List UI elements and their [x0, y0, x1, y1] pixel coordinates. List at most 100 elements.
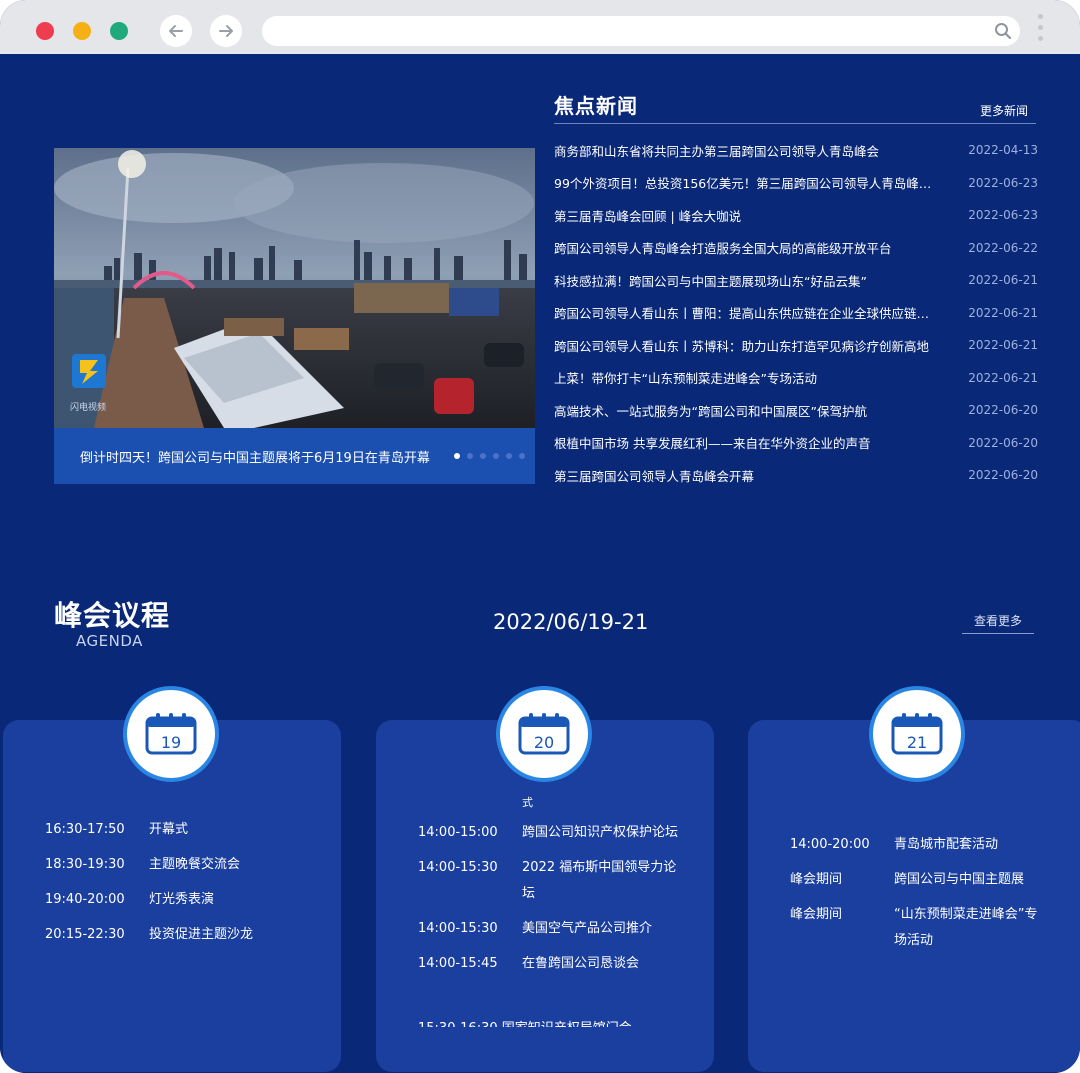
back-button[interactable] [160, 15, 192, 47]
forward-button[interactable] [210, 15, 242, 47]
schedule-row[interactable]: 14:00-20:00 青岛城市配套活动 [790, 832, 1044, 858]
news-item[interactable]: 第三届跨国公司领导人青岛峰会开幕 2022-06-20 [554, 459, 1038, 492]
news-item-date: 2022-04-13 [968, 143, 1038, 158]
carousel-dot[interactable] [454, 453, 460, 459]
schedule-list: 16:30-17:50 开幕式 18:30-19:30 主题晚餐交流会 19:40-… [45, 812, 253, 952]
news-item[interactable]: 高端技术、一站式服务为“跨国公司和中国展区”保驾护航 2022-06-20 [554, 394, 1038, 427]
calendar-day-badge[interactable]: 21 [869, 686, 965, 782]
url-input[interactable] [276, 20, 980, 44]
news-item[interactable]: 99个外资项目！总投资156亿美元！第三届跨国公司领导人青岛峰… 2022-06-… [554, 167, 1038, 200]
browser-window: 闪电视频 倒计时四天！跨国公司与中国主题展将于6月19日在青岛开幕 焦点新闻 更… [0, 0, 1080, 1073]
calendar-day-number: 19 [161, 733, 181, 752]
news-item-title[interactable]: 科技感拉满！跨国公司与中国主题展现场山东“好品云集” [554, 271, 867, 290]
news-item[interactable]: 根植中国市场 共享发展红利——来自在华外资企业的声音 2022-06-20 [554, 427, 1038, 460]
carousel-slide-image[interactable] [54, 148, 535, 428]
schedule-time: 16:30-17:50 [45, 822, 125, 837]
news-item-date: 2022-06-20 [968, 403, 1038, 418]
schedule-event[interactable]: 在鲁跨国公司恳谈会 [522, 951, 680, 977]
more-news-link[interactable]: 更多新闻 [980, 102, 1028, 119]
news-item[interactable]: 商务部和山东省将共同主办第三届跨国公司领导人青岛峰会 2022-04-13 [554, 134, 1038, 167]
maximize-window-button[interactable] [110, 22, 128, 40]
schedule-row[interactable]: 14:00-15:45 在鲁跨国公司恳谈会 [418, 951, 680, 977]
calendar-icon: 21 [891, 713, 943, 755]
carousel-caption[interactable]: 倒计时四天！跨国公司与中国主题展将于6月19日在青岛开幕 [80, 447, 446, 466]
schedule-time: 14:00-15:30 [418, 860, 498, 875]
schedule-event[interactable]: 青岛城市配套活动 [894, 832, 1044, 858]
news-item-title[interactable]: 99个外资项目！总投资156亿美元！第三届跨国公司领导人青岛峰… [554, 173, 931, 192]
news-item-title[interactable]: 商务部和山东省将共同主办第三届跨国公司领导人青岛峰会 [554, 141, 879, 160]
schedule-event[interactable]: 美国空气产品公司推介 [522, 916, 680, 942]
focus-news-list: 商务部和山东省将共同主办第三届跨国公司领导人青岛峰会 2022-04-13 99个… [554, 134, 1038, 492]
schedule-row[interactable]: 14:00-15:30 美国空气产品公司推介 [418, 916, 680, 942]
page-content: 闪电视频 倒计时四天！跨国公司与中国主题展将于6月19日在青岛开幕 焦点新闻 更… [0, 54, 1080, 1073]
news-item-title[interactable]: 第三届青岛峰会回顾 | 峰会大咖说 [554, 206, 741, 225]
news-item[interactable]: 科技感拉满！跨国公司与中国主题展现场山东“好品云集” 2022-06-21 [554, 264, 1038, 297]
back-arrow-icon [169, 25, 183, 37]
news-item-title[interactable]: 上菜！带你打卡“山东预制菜走进峰会”专场活动 [554, 368, 817, 387]
schedule-list[interactable]: 14:00-15:00 跨国公司知识产权保护论坛 14:00-15:30 2022 … [418, 820, 680, 977]
carousel-dot[interactable] [493, 453, 499, 459]
calendar-day-badge[interactable]: 19 [123, 686, 219, 782]
schedule-event[interactable]: 跨国公司与中国主题展 [894, 867, 1044, 893]
schedule-event[interactable]: 主题晚餐交流会 [149, 852, 240, 878]
search-icon[interactable] [994, 22, 1012, 40]
focus-news-title: 焦点新闻 [554, 94, 638, 118]
news-item[interactable]: 第三届青岛峰会回顾 | 峰会大咖说 2022-06-23 [554, 199, 1038, 232]
calendar-day-badge[interactable]: 20 [496, 686, 592, 782]
schedule-event[interactable]: 开幕式 [149, 817, 188, 843]
news-item[interactable]: 跨国公司领导人青岛峰会打造服务全国大局的高能级开放平台 2022-06-22 [554, 232, 1038, 265]
schedule-event[interactable]: 跨国公司知识产权保护论坛 [522, 820, 680, 846]
schedule-event[interactable]: 投资促进主题沙龙 [149, 922, 253, 948]
news-item-title[interactable]: 第三届跨国公司领导人青岛峰会开幕 [554, 466, 754, 485]
calendar-day-number: 20 [534, 733, 554, 752]
news-item-date: 2022-06-21 [968, 305, 1038, 320]
schedule-time: 18:30-19:30 [45, 857, 125, 872]
carousel-dot[interactable] [519, 453, 525, 459]
news-item-date: 2022-06-21 [968, 338, 1038, 353]
news-item[interactable]: 上菜！带你打卡“山东预制菜走进峰会”专场活动 2022-06-21 [554, 362, 1038, 395]
schedule-row[interactable]: 18:30-19:30 主题晚餐交流会 [45, 847, 253, 882]
news-item-title[interactable]: 跨国公司领导人青岛峰会打造服务全国大局的高能级开放平台 [554, 238, 892, 257]
carousel-dot[interactable] [467, 453, 473, 459]
address-bar[interactable] [262, 16, 1020, 46]
carousel-dot[interactable] [480, 453, 486, 459]
schedule-event[interactable]: “山东预制菜走进峰会”专场活动 [894, 902, 1044, 954]
news-item[interactable]: 跨国公司领导人看山东丨曹阳：提高山东供应链在企业全球供应链… 2022-06-21 [554, 297, 1038, 330]
schedule-event[interactable]: 2022 福布斯中国领导力论坛 [522, 855, 680, 907]
news-item-title[interactable]: 跨国公司领导人看山东丨曹阳：提高山东供应链在企业全球供应链… [554, 303, 929, 322]
schedule-clipped-text: 15:30-16:30 国家知识产权局馆门会 [418, 1017, 678, 1027]
calendar-icon: 20 [518, 713, 570, 755]
calendar-day-number: 21 [907, 733, 927, 752]
schedule-time: 14:00-20:00 [790, 837, 870, 852]
news-item-title[interactable]: 根植中国市场 共享发展红利——来自在华外资企业的声音 [554, 433, 870, 452]
schedule-time: 19:40-20:00 [45, 892, 125, 907]
schedule-row[interactable]: 19:40-20:00 灯光秀表演 [45, 882, 253, 917]
schedule-row[interactable]: 14:00-15:00 跨国公司知识产权保护论坛 [418, 820, 680, 846]
news-item[interactable]: 跨国公司领导人看山东丨苏博科：助力山东打造罕见病诊疗创新高地 2022-06-21 [554, 329, 1038, 362]
carousel-caption-bar[interactable]: 倒计时四天！跨国公司与中国主题展将于6月19日在青岛开幕 [54, 428, 535, 484]
schedule-row[interactable]: 20:15-22:30 投资促进主题沙龙 [45, 917, 253, 952]
schedule-time: 20:15-22:30 [45, 927, 125, 942]
schedule-row[interactable]: 峰会期间 “山东预制菜走进峰会”专场活动 [790, 902, 1044, 954]
minimize-window-button[interactable] [73, 22, 91, 40]
agenda-subtitle: AGENDA [76, 632, 143, 650]
news-carousel[interactable]: 闪电视频 倒计时四天！跨国公司与中国主题展将于6月19日在青岛开幕 [54, 148, 535, 484]
schedule-row[interactable]: 峰会期间 跨国公司与中国主题展 [790, 867, 1044, 893]
close-window-button[interactable] [36, 22, 54, 40]
schedule-time: 14:00-15:45 [418, 956, 498, 971]
schedule-event[interactable]: 灯光秀表演 [149, 887, 214, 913]
news-divider [554, 123, 1036, 124]
news-item-title[interactable]: 高端技术、一站式服务为“跨国公司和中国展区”保驾护航 [554, 401, 867, 420]
schedule-time: 峰会期间 [790, 907, 843, 922]
news-item-date: 2022-06-23 [968, 208, 1038, 223]
news-item-date: 2022-06-20 [968, 468, 1038, 483]
view-more-link[interactable]: 查看更多 [962, 612, 1034, 634]
schedule-row[interactable]: 16:30-17:50 开幕式 [45, 812, 253, 847]
news-item-date: 2022-06-23 [968, 175, 1038, 190]
forward-arrow-icon [219, 25, 233, 37]
carousel-dot[interactable] [506, 453, 512, 459]
schedule-row[interactable]: 14:00-15:30 2022 福布斯中国领导力论坛 [418, 855, 680, 907]
schedule-clipped-text: 式 [522, 796, 533, 809]
news-item-title[interactable]: 跨国公司领导人看山东丨苏博科：助力山东打造罕见病诊疗创新高地 [554, 336, 929, 355]
more-vertical-icon[interactable] [1034, 14, 1046, 48]
